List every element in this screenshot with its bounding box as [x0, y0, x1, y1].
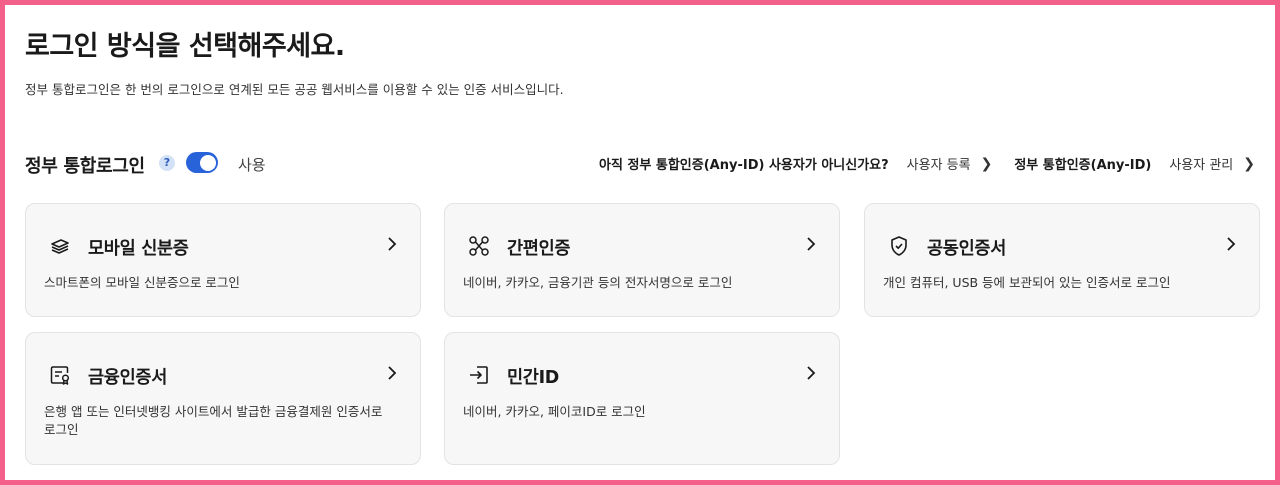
card-mobile-id[interactable]: 모바일 신분증 스마트폰의 모바일 신분증으로 로그인: [25, 203, 421, 317]
chevron-right-icon: [386, 364, 398, 382]
card-description: 스마트폰의 모바일 신분증으로 로그인: [44, 275, 240, 290]
chevron-right-icon: [805, 235, 817, 253]
not-user-question: 아직 정부 통합인증(Any-ID) 사용자가 아니신가요?: [599, 158, 889, 173]
chevron-right-icon: ❯: [1243, 155, 1255, 172]
top-links: 아직 정부 통합인증(Any-ID) 사용자가 아니신가요? 사용자 등록 ❯ …: [599, 154, 1255, 174]
card-title: 공동인증서: [927, 239, 1006, 259]
chevron-right-icon: [805, 364, 817, 382]
anyid-label: 정부 통합인증(Any-ID): [1014, 158, 1152, 173]
manage-link-label: 사용자 관리: [1169, 158, 1234, 173]
shield-icon: [887, 234, 911, 258]
mobile-id-icon: [48, 234, 72, 258]
toggle-knob: [199, 154, 216, 171]
card-description: 네이버, 카카오, 페이코ID로 로그인: [463, 404, 646, 419]
toggle-label: 사용: [238, 156, 266, 174]
use-toggle[interactable]: [186, 152, 218, 173]
section-title: 정부 통합로그인: [25, 156, 145, 177]
card-title: 금융인증서: [88, 368, 167, 388]
card-description: 은행 앱 또는 인터넷뱅킹 사이트에서 발급한 금융결제원 인증서로 로그인: [44, 404, 383, 437]
card-simple-auth[interactable]: 간편인증 네이버, 카카오, 금융기관 등의 전자서명으로 로그인: [444, 203, 840, 317]
certificate-icon: [48, 363, 72, 387]
page-title: 로그인 방식을 선택해주세요.: [25, 31, 345, 62]
login-arrow-icon: [467, 363, 491, 387]
card-description: 네이버, 카카오, 금융기관 등의 전자서명으로 로그인: [463, 275, 733, 290]
card-joint-certificate[interactable]: 공동인증서 개인 컴퓨터, USB 등에 보관되어 있는 인증서로 로그인: [864, 203, 1260, 317]
card-title: 모바일 신분증: [88, 239, 189, 259]
page-description: 정부 통합로그인은 한 번의 로그인으로 연계된 모든 공공 웹서비스를 이용할…: [25, 82, 564, 97]
card-description: 개인 컴퓨터, USB 등에 보관되어 있는 인증서로 로그인: [883, 275, 1171, 290]
register-link-label: 사용자 등록: [906, 158, 971, 173]
chevron-right-icon: [1225, 235, 1237, 253]
chevron-right-icon: ❯: [980, 155, 993, 172]
manage-link[interactable]: 사용자 관리 ❯: [1169, 154, 1255, 174]
simple-auth-icon: [467, 234, 491, 258]
chevron-right-icon: [386, 235, 398, 253]
card-financial-certificate[interactable]: 금융인증서 은행 앱 또는 인터넷뱅킹 사이트에서 발급한 금융결제원 인증서로…: [25, 332, 421, 465]
card-private-id[interactable]: 민간ID 네이버, 카카오, 페이코ID로 로그인: [444, 332, 840, 465]
help-icon[interactable]: ?: [159, 155, 175, 171]
card-title: 민간ID: [507, 368, 560, 388]
card-title: 간편인증: [507, 239, 571, 259]
register-link[interactable]: 사용자 등록 ❯: [906, 154, 993, 174]
